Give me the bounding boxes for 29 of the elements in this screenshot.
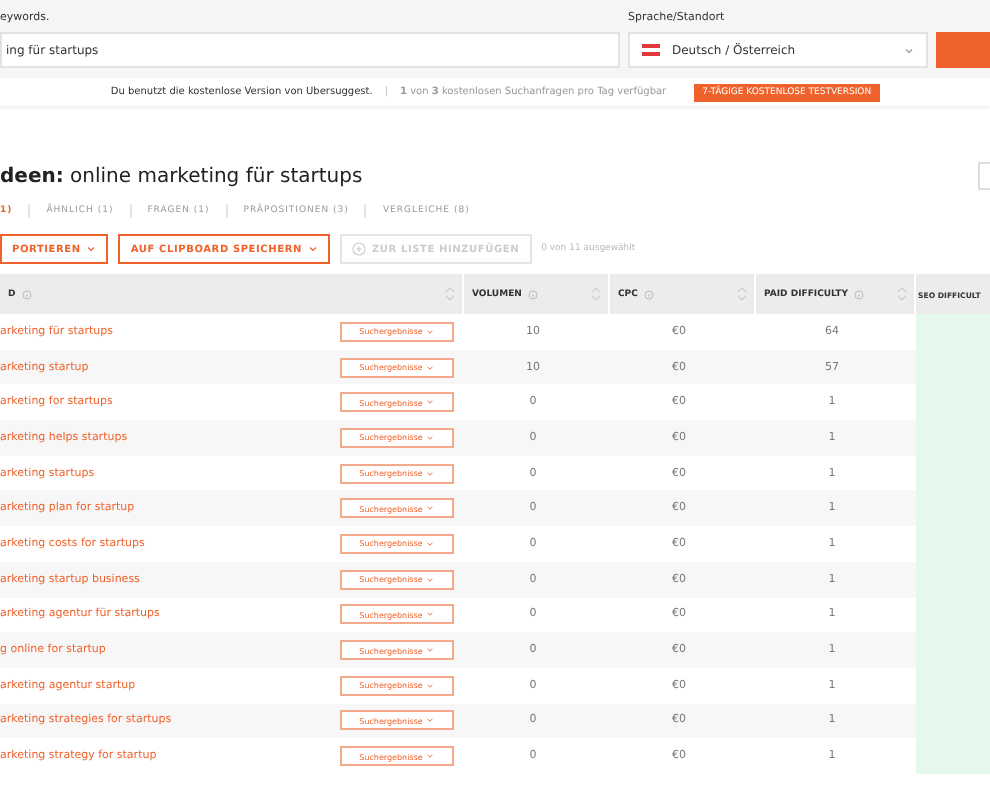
caret-icon [426,575,435,584]
caret-icon [426,610,435,619]
sort-icon [898,288,906,300]
sort-icon [738,288,746,300]
sort-icon [592,288,600,300]
caret-icon [308,244,318,254]
corner-button[interactable] [978,162,990,190]
info-icon [527,289,538,299]
caret-icon [426,469,435,478]
info-icon [643,289,654,299]
flag-icon [642,44,660,56]
caret-icon [426,752,435,761]
caret-icon [426,327,435,336]
plus-icon [352,242,366,256]
caret-icon [426,363,435,372]
caret-icon [426,398,435,407]
page-heading: deen: online marketing für startups [0,165,363,187]
info-icon [853,289,864,299]
sort-icon [446,288,454,300]
info-icon [21,289,32,299]
search-button[interactable] [936,32,990,68]
caret-icon [426,681,435,690]
caret-icon [426,433,435,442]
caret-icon [426,539,435,548]
caret-icon [86,244,97,254]
caret-icon [904,45,914,55]
caret-icon [426,646,435,655]
caret-icon [426,504,435,513]
caret-icon [426,716,435,725]
